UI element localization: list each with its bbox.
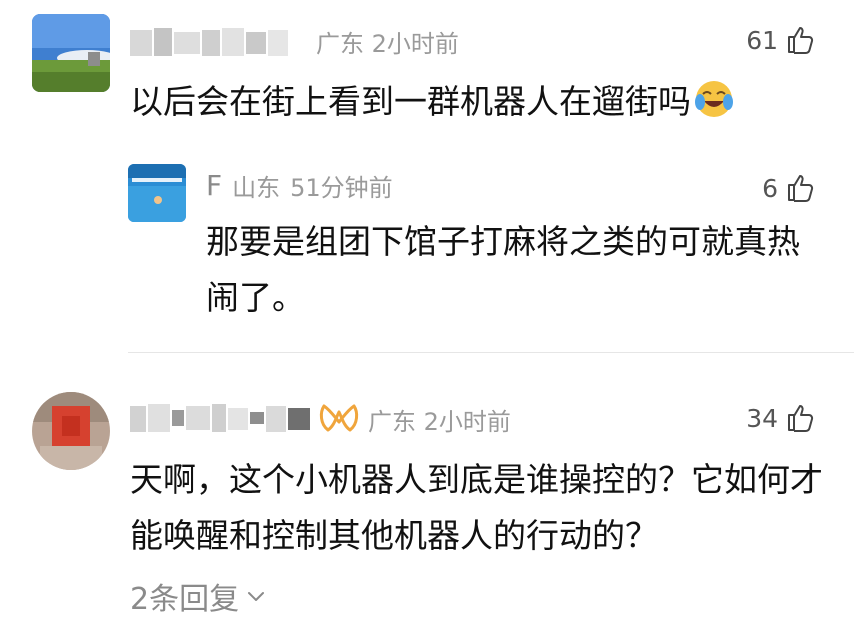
view-replies-button[interactable]: 2条回复: [130, 574, 267, 618]
thumbs-up-icon: [788, 175, 814, 202]
like-button[interactable]: 34: [746, 402, 816, 434]
avatar[interactable]: [32, 392, 110, 470]
thumbs-up-icon: [788, 405, 814, 432]
like-button[interactable]: 6: [762, 172, 816, 204]
timestamp: 51分钟前: [290, 174, 393, 202]
like-count: 34: [746, 403, 778, 433]
username-blurred[interactable]: [130, 400, 312, 436]
comment-text: 以后会在街上看到一群机器人在遛街吗: [130, 75, 735, 123]
avatar[interactable]: [128, 164, 186, 222]
divider: [128, 352, 854, 353]
comment-thread: 广东 2小时前 61 以后会在街上看到一群机器人在遛街吗 F 山东 51分钟前 …: [0, 0, 868, 630]
comment-meta: 广东 2小时前: [368, 402, 511, 437]
reply-header: F 山东 51分钟前: [206, 168, 393, 203]
like-count: 6: [762, 173, 778, 203]
location: 广东: [316, 30, 364, 58]
chevron-down-icon: [248, 592, 265, 601]
location: 山东: [232, 174, 281, 202]
replies-count-label: 2条回复: [130, 582, 240, 617]
like-count: 61: [746, 25, 778, 55]
crying-laughing-emoji-icon: [695, 81, 733, 117]
vip-badge-icon: [319, 404, 359, 432]
timestamp: 2小时前: [371, 30, 459, 58]
comment-body: 以后会在街上看到一群机器人在遛街吗: [130, 82, 691, 121]
reply-text: 那要是组团下馆子打麻将之类的可就真热闹了。: [206, 222, 800, 317]
comment-meta: 广东 2小时前: [316, 24, 459, 59]
avatar[interactable]: [32, 14, 110, 92]
reply-username[interactable]: F: [206, 169, 222, 202]
username-blurred[interactable]: [130, 24, 288, 60]
thumbs-up-icon: [788, 27, 814, 54]
like-button[interactable]: 61: [746, 24, 816, 56]
comment-body: 天啊，这个小机器人到底是谁操控的？它如何才能唤醒和控制其他机器人的行动的？: [130, 460, 823, 555]
location: 广东: [368, 408, 416, 436]
timestamp: 2小时前: [423, 408, 511, 436]
